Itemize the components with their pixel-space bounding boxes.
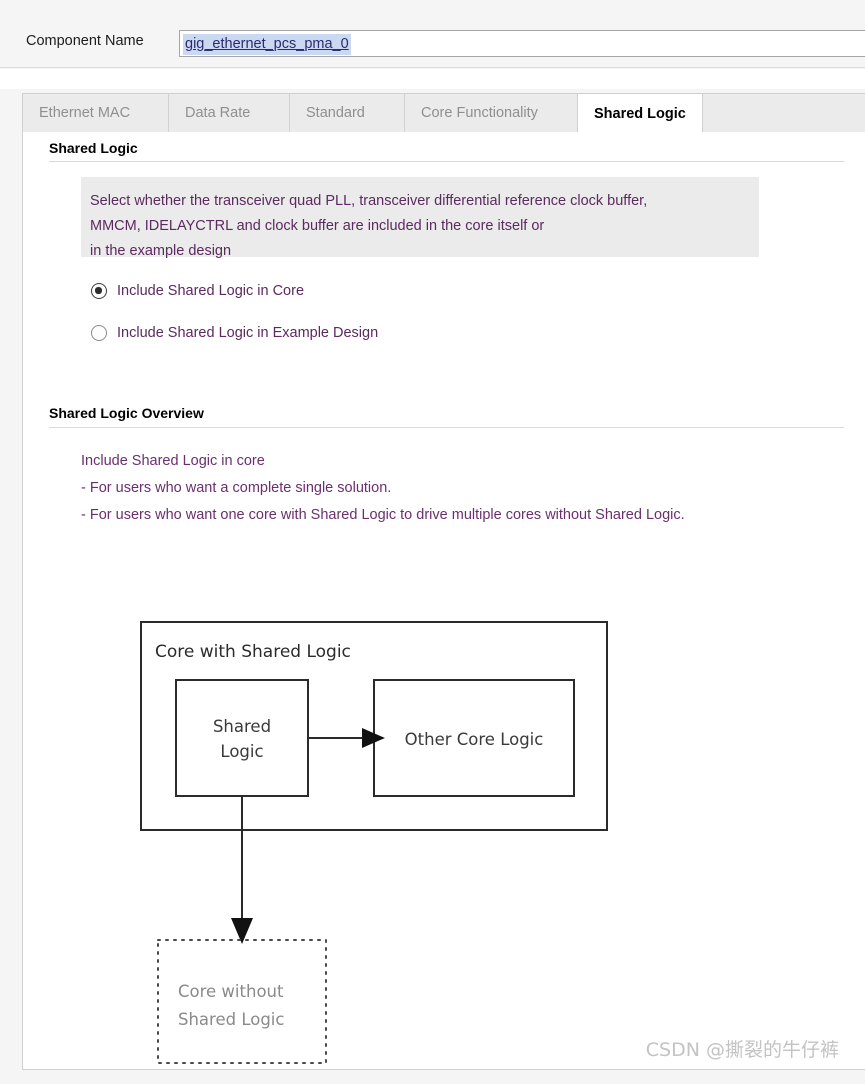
- tab-standard[interactable]: Standard: [289, 94, 381, 133]
- shared-logic-panel: Shared Logic Select whether the transcei…: [22, 132, 865, 1070]
- radio-label-example-design: Include Shared Logic in Example Design: [117, 325, 379, 341]
- core-without-shared-logic-box: [157, 939, 327, 1064]
- other-core-logic-box: [373, 679, 575, 797]
- core-without-box-label-line2: Shared Logic: [178, 1010, 284, 1029]
- overview-line-2: - For users who want a complete single s…: [81, 480, 392, 496]
- overview-line-1: Include Shared Logic in core: [81, 453, 265, 469]
- tab-data-rate[interactable]: Data Rate: [168, 94, 266, 133]
- tab-shared-logic[interactable]: Shared Logic: [577, 93, 703, 133]
- component-name-input[interactable]: gig_ethernet_pcs_pma_0: [179, 30, 865, 57]
- component-name-bar: Component Name gig_ethernet_pcs_pma_0: [0, 0, 865, 68]
- shared-logic-diagram: Core with Shared Logic Shared Logic Othe…: [140, 621, 608, 1064]
- shared-logic-description-box: Select whether the transceiver quad PLL,…: [81, 177, 759, 259]
- radio-label-core: Include Shared Logic in Core: [117, 283, 305, 299]
- tab-ethernet-mac[interactable]: Ethernet MAC: [23, 94, 146, 133]
- tab-bar: Ethernet MAC Data Rate Standard Core Fun…: [22, 93, 865, 133]
- overview-line-3: - For users who want one core with Share…: [81, 507, 685, 523]
- description-line-1: Select whether the transceiver quad PLL,…: [90, 193, 648, 209]
- radio-dot-icon: [95, 287, 102, 294]
- arrow-head-icon-shared-to-without: [231, 918, 253, 944]
- section-title-shared-logic: Shared Logic: [49, 140, 138, 156]
- description-line-3: in the example design: [90, 243, 232, 259]
- section-rule-overview: [49, 427, 844, 428]
- radio-button-icon-selected[interactable]: [91, 283, 107, 299]
- section-rule-shared-logic: [49, 161, 844, 162]
- arrow-head-icon-shared-to-other: [362, 728, 385, 748]
- description-line-2: MMCM, IDELAYCTRL and clock buffer are in…: [90, 218, 545, 234]
- radio-button-icon-unselected[interactable]: [91, 325, 107, 341]
- outer-core-box: [140, 621, 608, 831]
- spacer-strip: [0, 69, 865, 89]
- watermark: CSDN @撕裂的牛仔裤: [645, 1039, 839, 1061]
- tab-core-functionality[interactable]: Core Functionality: [404, 94, 554, 133]
- shared-logic-box: [175, 679, 309, 797]
- core-without-box-label-line1: Core without: [178, 982, 284, 1001]
- component-name-label: Component Name: [26, 33, 144, 49]
- bottom-chrome-edge: [0, 1071, 865, 1084]
- outer-core-box-label: Core with Shared Logic: [155, 642, 351, 662]
- component-name-value: gig_ethernet_pcs_pma_0: [183, 34, 351, 55]
- section-title-overview: Shared Logic Overview: [49, 405, 204, 421]
- other-core-logic-box-label: Other Core Logic: [405, 730, 544, 749]
- shared-logic-box-label-line1: Shared: [213, 717, 271, 736]
- shared-logic-box-label-line2: Logic: [220, 742, 263, 761]
